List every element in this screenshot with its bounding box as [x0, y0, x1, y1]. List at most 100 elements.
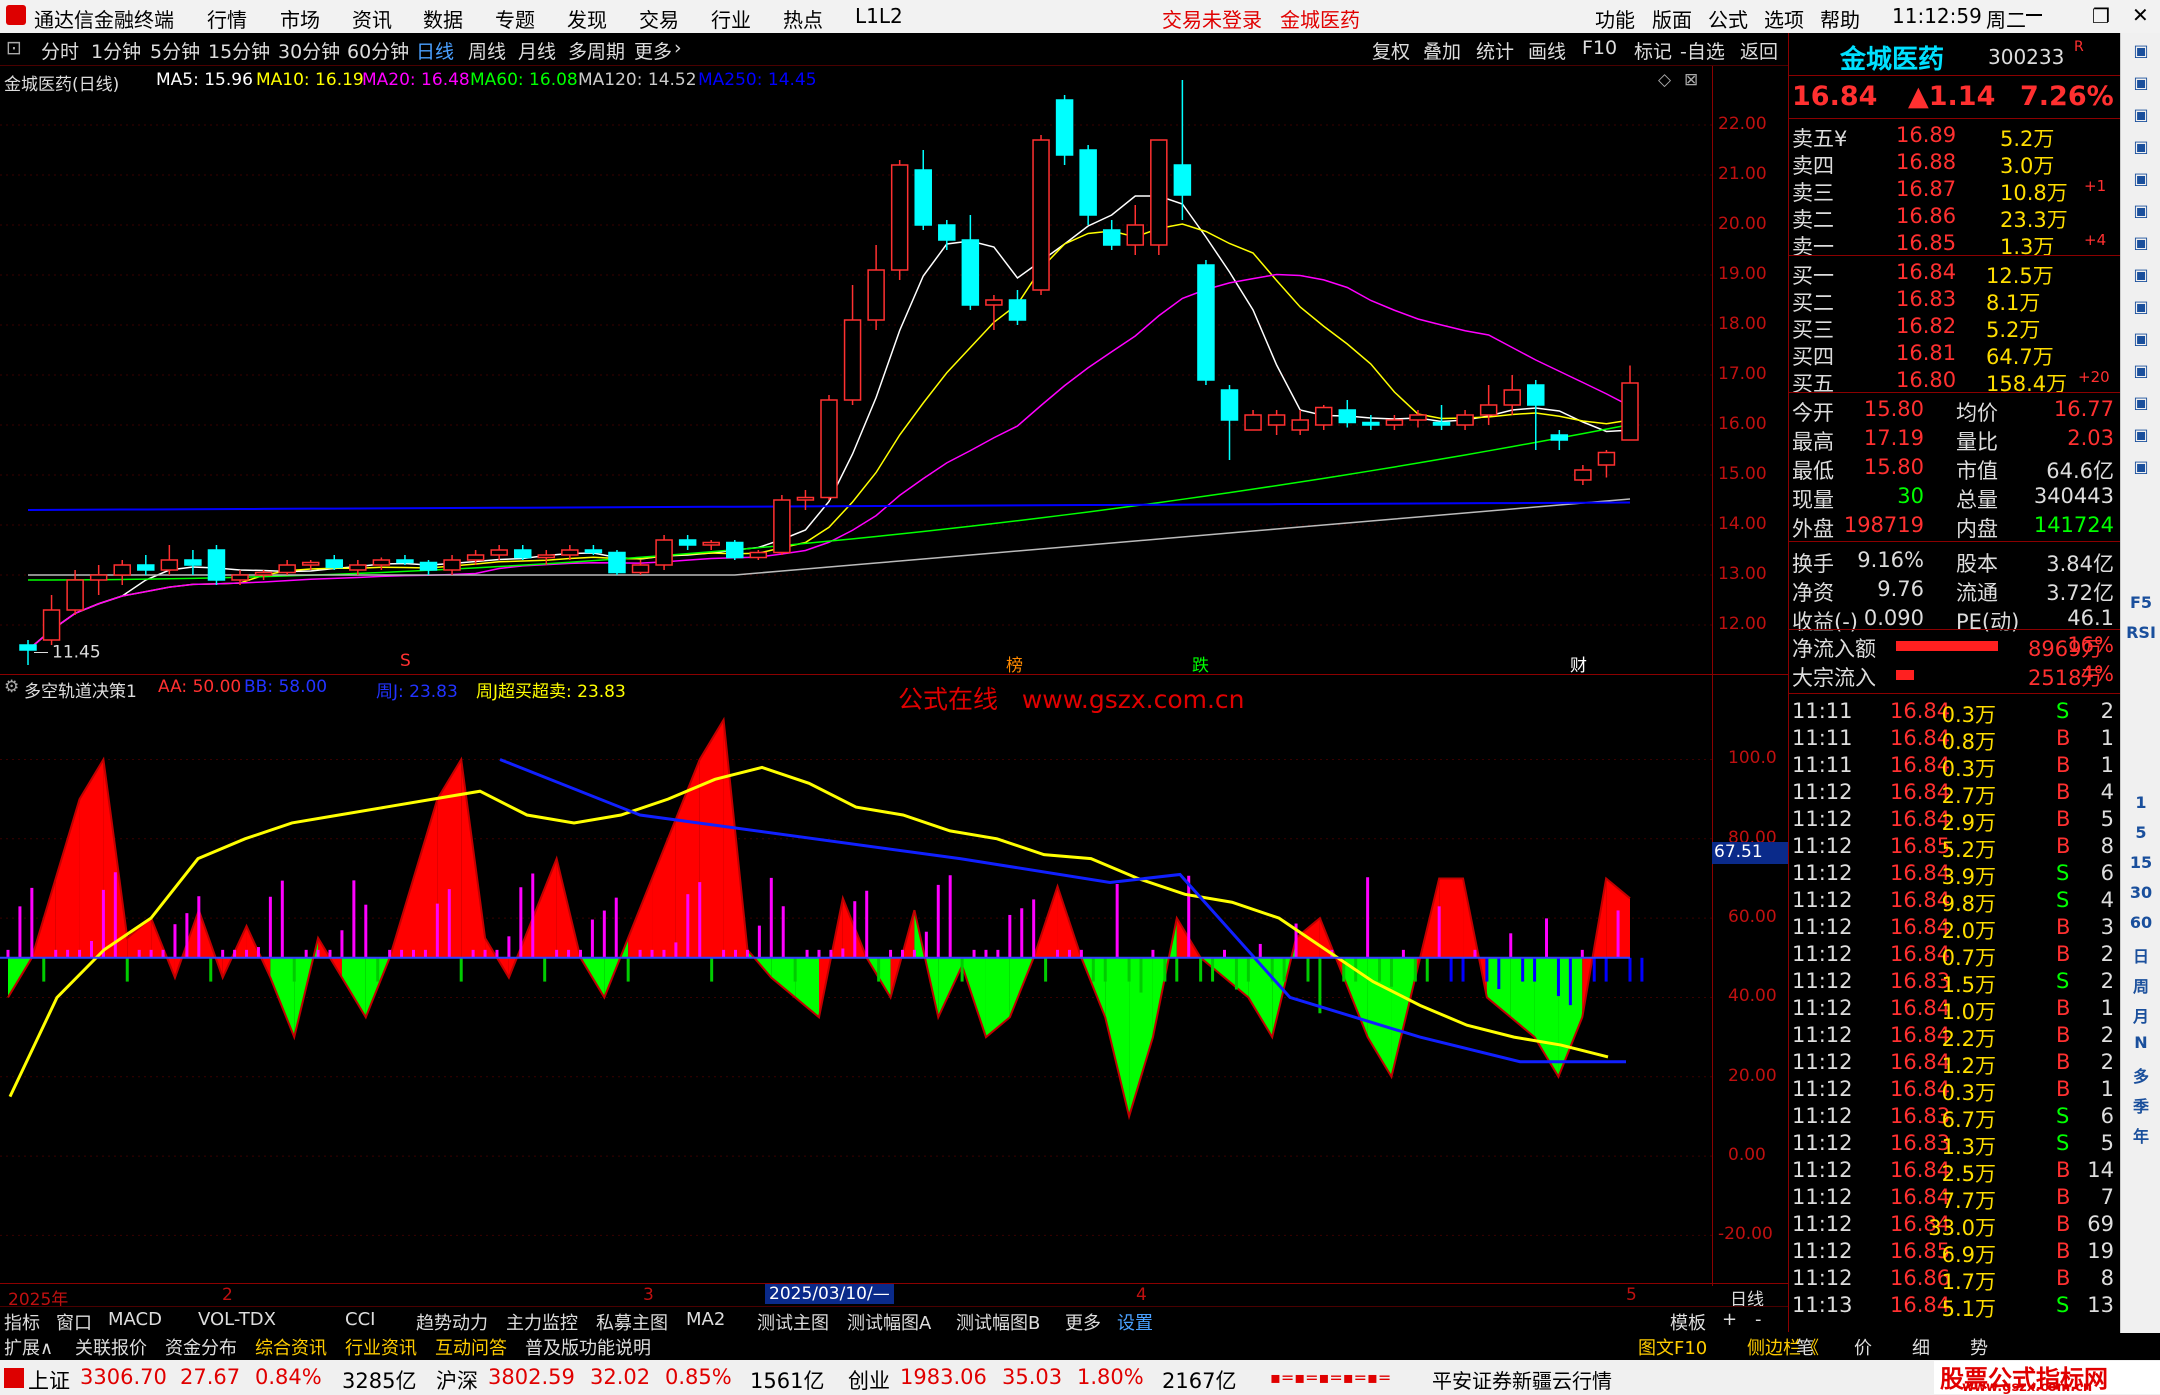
func-menu-0[interactable]: 功能 — [1595, 4, 1635, 33]
menu-item-8[interactable]: 热点 — [783, 4, 823, 33]
menu-item-7[interactable]: 行业 — [711, 4, 751, 33]
doc-icon[interactable]: ▣ — [2126, 265, 2156, 284]
bar-icon[interactable]: ▣ — [2126, 233, 2156, 252]
toolbar-right-2[interactable]: 统计 — [1476, 37, 1514, 64]
ext-tab-6[interactable]: 普及版功能说明 — [525, 1334, 651, 1360]
period-tab-0[interactable]: 分时 — [41, 37, 79, 64]
func-menu-2[interactable]: 公式 — [1708, 4, 1748, 33]
grid-icon[interactable]: ▣ — [2126, 169, 2156, 188]
period-tab-1[interactable]: 1分钟 — [91, 37, 141, 64]
ext-tab-7[interactable]: 图文F10 — [1638, 1334, 1707, 1360]
period-tab-4[interactable]: 30分钟 — [278, 37, 340, 64]
period-tab-8[interactable]: 月线 — [518, 37, 556, 64]
gear-icon[interactable]: ▣ — [2126, 457, 2156, 476]
side-period-2[interactable]: 15 — [2126, 853, 2156, 872]
down-icon[interactable]: ▣ — [2126, 105, 2156, 124]
menu-item-0[interactable]: 行情 — [207, 4, 247, 33]
period-tab-7[interactable]: 周线 — [468, 37, 506, 64]
indicator-tab-15[interactable]: + — [1722, 1309, 1737, 1330]
side-period-4[interactable]: 60 — [2126, 913, 2156, 932]
menu-item-4[interactable]: 专题 — [495, 4, 535, 33]
bid-row[interactable]: 买一 16.84 12.5万 — [1788, 260, 2120, 288]
bid-row[interactable]: 买二 16.83 8.1万 — [1788, 287, 2120, 315]
indicator-name[interactable]: 多空轨道决策1 — [24, 677, 137, 702]
side-period-1[interactable]: 5 — [2126, 823, 2156, 842]
menu-item-6[interactable]: 交易 — [639, 4, 679, 33]
ext-tab-4[interactable]: 行业资讯 — [345, 1334, 417, 1360]
trade-status[interactable]: 交易未登录 — [1162, 4, 1262, 33]
event-mark-s[interactable]: S — [400, 651, 411, 671]
idx-name-0[interactable]: 上证 — [28, 1365, 70, 1395]
restore-icon[interactable]: ❐ — [2092, 4, 2110, 28]
side-period-7[interactable]: 月 — [2126, 1003, 2156, 1027]
ext-tab-3[interactable]: 综合资讯 — [255, 1334, 327, 1360]
indicator-tab-4[interactable]: CCI — [345, 1309, 375, 1330]
bid-row[interactable]: 买五 16.80 158.4万 +20 — [1788, 368, 2120, 396]
indicator-tab-3[interactable]: VOL-TDX — [198, 1309, 276, 1330]
search-icon[interactable]: ▣ — [2126, 425, 2156, 444]
menu-icon[interactable]: ▣ — [2126, 41, 2156, 60]
toolbar-right-3[interactable]: 画线 — [1528, 37, 1566, 64]
ext-tab-5[interactable]: 互动问答 — [435, 1334, 507, 1360]
toolbar-right-4[interactable]: F10 — [1582, 37, 1617, 59]
menu-item-2[interactable]: 资讯 — [352, 4, 392, 33]
chip-icon[interactable]: ▣ — [2126, 393, 2156, 412]
side-period-12[interactable]: F5 — [2126, 593, 2156, 612]
idx-name-2[interactable]: 创业 — [848, 1365, 890, 1395]
list-icon[interactable]: ▣ — [2126, 137, 2156, 156]
period-tab-10[interactable]: 更多 — [634, 37, 672, 64]
period-tab-5[interactable]: 60分钟 — [347, 37, 409, 64]
side-period-11[interactable]: 年 — [2126, 1123, 2156, 1147]
func-menu-3[interactable]: 选项 — [1764, 4, 1804, 33]
chevron-right-icon[interactable]: › — [674, 37, 682, 59]
toolbar-right-0[interactable]: 复权 — [1372, 37, 1410, 64]
server-name[interactable]: 平安证券新疆云行情 — [1432, 1365, 1612, 1394]
period-tab-3[interactable]: 15分钟 — [208, 37, 270, 64]
ask-row[interactable]: 卖五¥ 16.89 5.2万 — [1788, 123, 2120, 151]
side-period-13[interactable]: RSI — [2126, 623, 2156, 642]
menu-item-1[interactable]: 市场 — [280, 4, 320, 33]
side-period-8[interactable]: N — [2126, 1033, 2156, 1052]
event-mark-cai[interactable]: 财 — [1570, 651, 1587, 676]
indicator-chart[interactable] — [0, 700, 1712, 1283]
event-mark-die[interactable]: 跌 — [1192, 651, 1209, 676]
ask-row[interactable]: 卖四 16.88 3.0万 — [1788, 150, 2120, 178]
indicator-tab-2[interactable]: MACD — [108, 1309, 162, 1330]
minimize-icon[interactable] — [2026, 14, 2042, 16]
idx-name-1[interactable]: 沪深 — [436, 1365, 478, 1395]
indicator-settings-icon[interactable]: ⚙ — [4, 677, 19, 697]
toolbar-right-1[interactable]: 叠加 — [1423, 37, 1461, 64]
menu-item-9[interactable]: L1L2 — [855, 4, 903, 28]
side-period-10[interactable]: 季 — [2126, 1093, 2156, 1117]
func-menu-1[interactable]: 版面 — [1652, 4, 1692, 33]
toolbar-right-5[interactable]: 标记 — [1634, 37, 1672, 64]
bid-row[interactable]: 买三 16.82 5.2万 — [1788, 314, 2120, 342]
bid-row[interactable]: 买四 16.81 64.7万 — [1788, 341, 2120, 369]
indicator-tab-8[interactable]: MA2 — [686, 1309, 725, 1330]
ext-tab-1[interactable]: 关联报价 — [75, 1334, 147, 1360]
side-period-0[interactable]: 1 — [2126, 793, 2156, 812]
event-mark-bang[interactable]: 榜 — [1006, 651, 1023, 676]
period-tab-9[interactable]: 多周期 — [568, 37, 625, 64]
ask-row[interactable]: 卖三 16.87 10.8万 +1 — [1788, 177, 2120, 205]
up-icon[interactable]: ▣ — [2126, 73, 2156, 92]
ask-row[interactable]: 卖二 16.86 23.3万 — [1788, 204, 2120, 232]
menu-item-3[interactable]: 数据 — [423, 4, 463, 33]
close-icon[interactable]: ✕ — [2132, 3, 2149, 27]
chart-icon[interactable]: ▣ — [2126, 201, 2156, 220]
func-menu-4[interactable]: 帮助 — [1820, 4, 1860, 33]
toolbar-right-6[interactable]: -自选 — [1680, 37, 1725, 64]
f10-icon[interactable]: ▣ — [2126, 297, 2156, 316]
ask-row[interactable]: 卖一 16.85 1.3万 +4 — [1788, 231, 2120, 259]
side-period-9[interactable]: 多 — [2126, 1063, 2156, 1087]
side-period-5[interactable]: 日 — [2126, 943, 2156, 967]
kline-chart[interactable]: 23.2211.45 — [0, 80, 1712, 674]
menu-item-5[interactable]: 发现 — [567, 4, 607, 33]
ext-tab-2[interactable]: 资金分布 — [165, 1334, 237, 1360]
period-tab-2[interactable]: 5分钟 — [150, 37, 200, 64]
toolbar-right-7[interactable]: 返回 — [1740, 37, 1778, 64]
book-icon[interactable]: ▣ — [2126, 361, 2156, 380]
side-period-3[interactable]: 30 — [2126, 883, 2156, 902]
table-icon[interactable]: ▣ — [2126, 329, 2156, 348]
period-tab-6[interactable]: 日线 — [416, 37, 454, 64]
